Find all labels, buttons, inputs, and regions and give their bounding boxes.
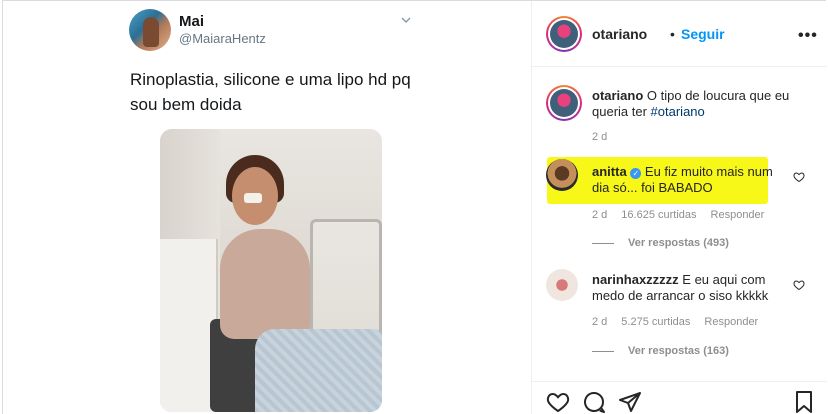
caption-time: 2 d xyxy=(592,131,608,143)
follow-button[interactable]: Seguir xyxy=(681,26,725,42)
tweet-text: Rinoplastia, silicone e uma lipo hd pq s… xyxy=(130,70,411,114)
comment-meta: 2 d 5.275 curtidas Responder xyxy=(592,316,772,328)
bookmark-icon[interactable] xyxy=(792,390,816,414)
tweet-author-handle: @MaiaraHentz xyxy=(179,31,266,46)
comment-username[interactable]: narinhaxzzzzz xyxy=(592,272,679,287)
comment-meta: 2 d 16.625 curtidas Responder xyxy=(592,209,778,221)
caption-hashtag[interactable]: #otariano xyxy=(651,104,705,119)
post-image: Mai @MaiaraHentz Rinoplastia, silicone e… xyxy=(3,1,532,414)
reply-button[interactable]: Responder xyxy=(711,209,765,221)
tweet-author-name: Mai xyxy=(179,13,205,30)
like-heart-icon[interactable] xyxy=(546,390,570,414)
verified-badge-icon: ✓ xyxy=(630,168,642,179)
share-icon[interactable] xyxy=(618,390,642,414)
comment-time: 2 d xyxy=(592,316,608,328)
author-username[interactable]: otariano xyxy=(592,26,647,42)
post-header: otariano • Seguir ••• xyxy=(532,1,827,67)
instagram-post-window: Mai @MaiaraHentz Rinoplastia, silicone e… xyxy=(2,0,827,414)
action-bar xyxy=(532,381,827,414)
reply-button[interactable]: Responder xyxy=(704,316,758,328)
chevron-down-icon xyxy=(401,17,411,23)
comment-bubble-icon[interactable] xyxy=(582,390,606,414)
heart-icon[interactable] xyxy=(793,171,805,183)
caption-username[interactable]: otariano xyxy=(592,88,643,103)
comment-likes[interactable]: 16.625 curtidas xyxy=(621,209,696,221)
view-replies-button[interactable]: Ver respostas (493) xyxy=(592,237,729,249)
comment-text: anitta ✓ Eu fiz muito mais num dia só...… xyxy=(592,164,792,196)
heart-icon[interactable] xyxy=(793,279,805,291)
comment-avatar[interactable] xyxy=(546,269,578,301)
comment-avatar[interactable] xyxy=(546,159,578,191)
view-replies-button[interactable]: Ver respostas (163) xyxy=(592,345,729,357)
more-options-icon[interactable]: ••• xyxy=(798,27,818,45)
hospital-photo xyxy=(160,129,382,412)
separator-dot: • xyxy=(670,26,675,42)
caption-text: otariano O tipo de loucura que eu queria… xyxy=(592,88,792,120)
comment-text: narinhaxzzzzz E eu aqui com medo de arra… xyxy=(592,272,792,304)
author-avatar[interactable] xyxy=(546,16,582,52)
comment-likes[interactable]: 5.275 curtidas xyxy=(621,316,690,328)
comment-time: 2 d xyxy=(592,209,608,221)
comment-username[interactable]: anitta xyxy=(592,164,627,179)
tweet-avatar xyxy=(129,9,171,51)
caption-avatar[interactable] xyxy=(546,85,582,121)
comments-panel: otariano • Seguir ••• otariano O tipo de… xyxy=(532,1,827,414)
